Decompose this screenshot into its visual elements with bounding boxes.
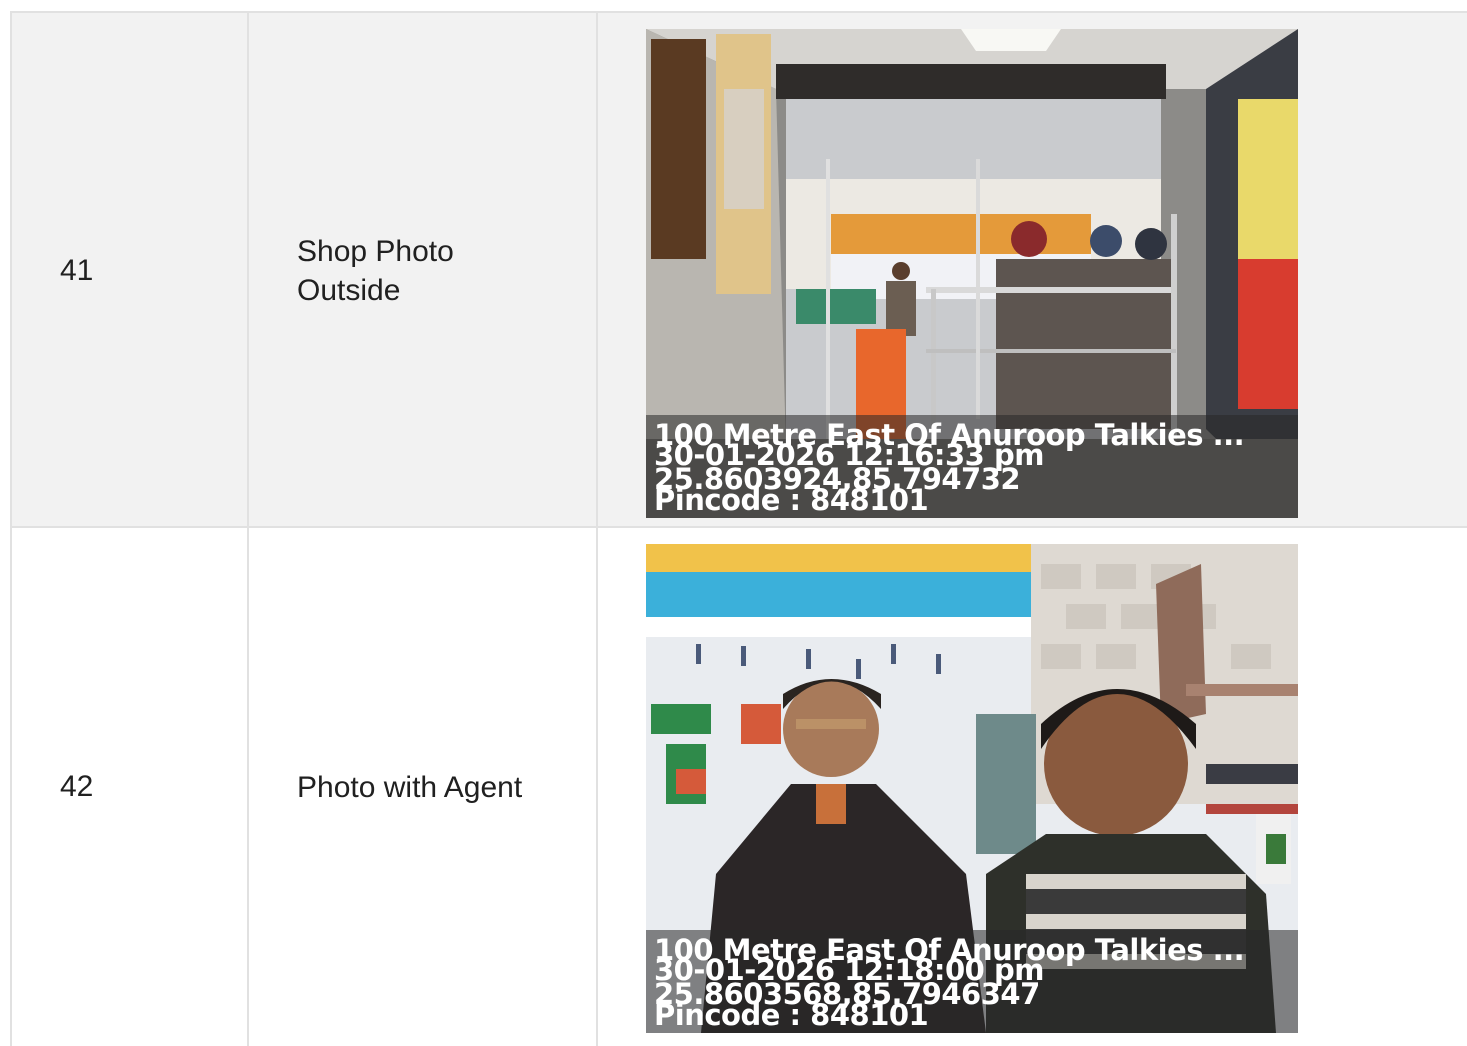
agent-photo[interactable]: 100 Metre East Of Anuroop Talkies ... 30… xyxy=(646,544,1298,1033)
table-row: 42 Photo with Agent 100 Metre East Of An… xyxy=(10,526,1467,1046)
stamp-pincode: Pincode : 848101 xyxy=(654,998,929,1032)
stamp-pincode: Pincode : 848101 xyxy=(654,483,929,517)
row-label: Shop Photo Outside xyxy=(247,13,596,528)
photo-cell: 100 Metre East Of Anuroop Talkies ... 30… xyxy=(596,13,1467,528)
row-index: 42 xyxy=(10,528,247,1046)
row-index: 41 xyxy=(10,13,247,528)
photo-cell: 100 Metre East Of Anuroop Talkies ... 30… xyxy=(596,528,1467,1046)
row-label: Photo with Agent xyxy=(247,528,596,1046)
photo-geotag-stamp: 100 Metre East Of Anuroop Talkies ... 30… xyxy=(646,415,1298,518)
shop-photo[interactable]: 100 Metre East Of Anuroop Talkies ... 30… xyxy=(646,29,1298,518)
photo-geotag-stamp: 100 Metre East Of Anuroop Talkies ... 30… xyxy=(646,930,1298,1033)
table-row: 41 Shop Photo Outside 100 Metre East Of … xyxy=(10,11,1467,528)
